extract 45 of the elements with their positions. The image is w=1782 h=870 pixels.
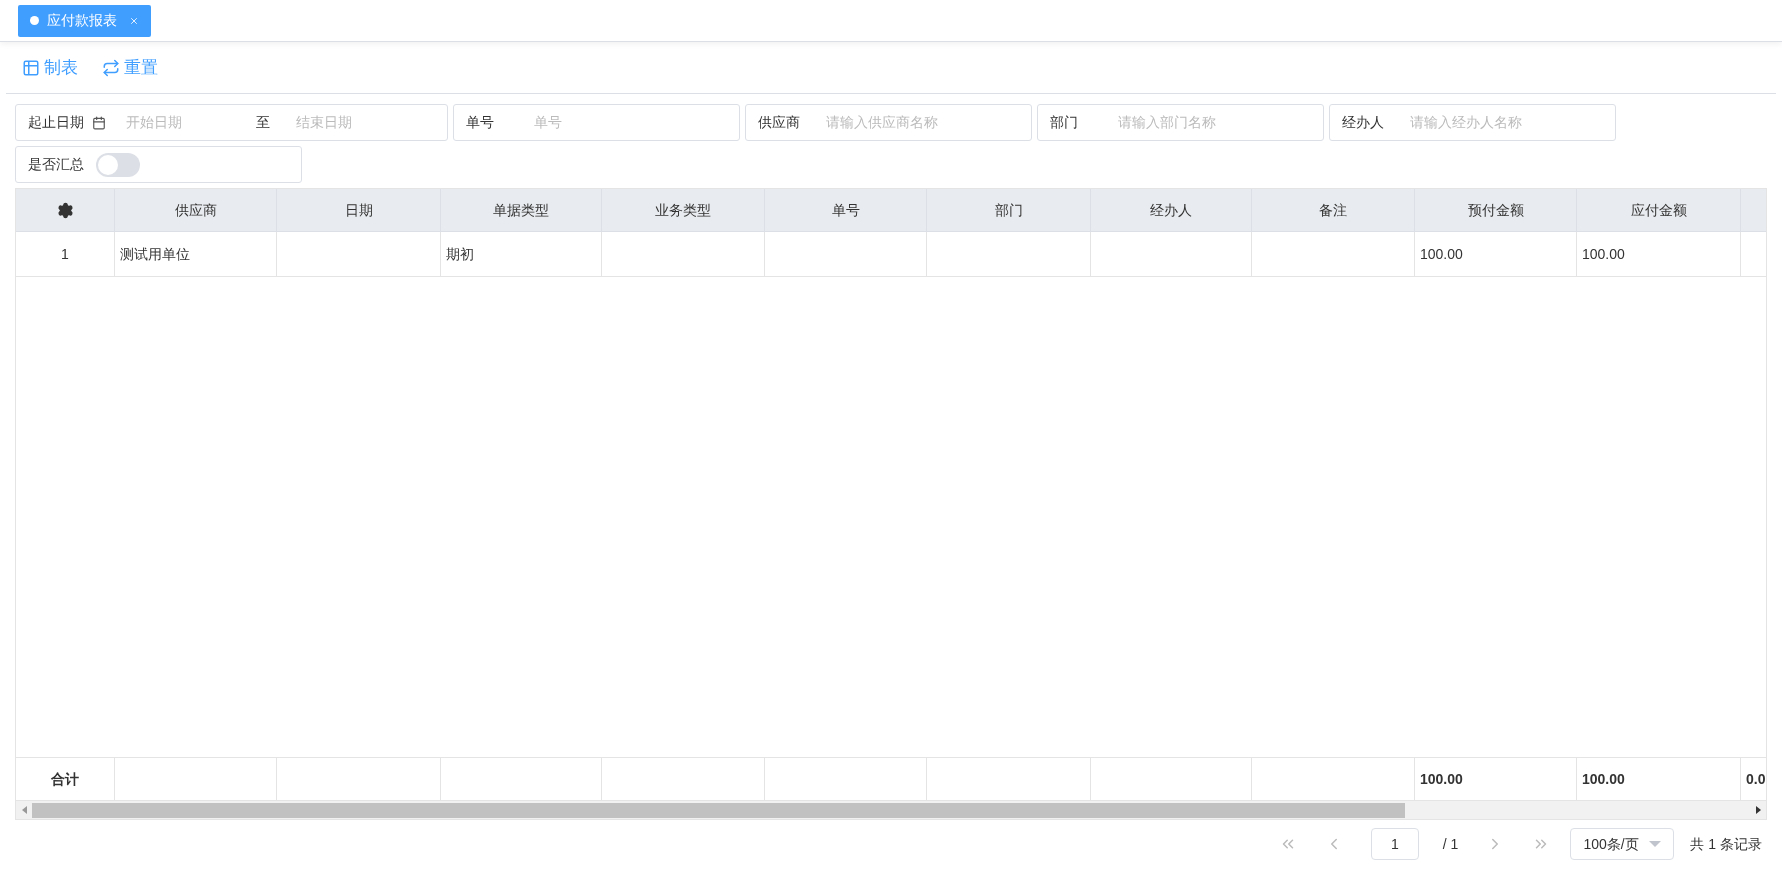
field-label: 是否汇总	[28, 155, 84, 174]
table-cell: 100.00	[1577, 232, 1741, 276]
caret-icon	[1649, 841, 1662, 847]
field-label: 部门	[1050, 113, 1079, 132]
field-placeholder: 请输入经办人名称	[1410, 113, 1522, 132]
text-field[interactable]: 部门 请输入部门名称	[1037, 104, 1324, 141]
table-header-cell: 单据类型	[441, 189, 602, 231]
table-header-cell: 预付金额	[1415, 189, 1577, 231]
close-icon[interactable]	[129, 15, 139, 26]
table-header-cell: 应付金额	[1577, 189, 1741, 231]
field-placeholder: 单号	[534, 113, 562, 132]
end-date-placeholder: 结束日期	[296, 113, 352, 132]
start-date-placeholder: 开始日期	[126, 113, 183, 132]
horizontal-scrollbar[interactable]	[16, 800, 1766, 819]
table-cell: 100.00	[1415, 232, 1577, 276]
calendar-icon	[92, 115, 106, 130]
text-field[interactable]: 供应商 请输入供应商名称	[745, 104, 1032, 141]
field-placeholder: 请输入供应商名称	[826, 113, 938, 132]
table-icon	[22, 58, 40, 77]
field-label: 起止日期	[28, 113, 85, 132]
table-header-cell: 单号	[765, 189, 927, 231]
field-label: 供应商	[758, 113, 801, 132]
row-number-cell: 1	[16, 232, 115, 276]
table-header-cell: 业务类型	[602, 189, 765, 231]
page-size-select[interactable]: 100条/页	[1570, 828, 1675, 860]
field-placeholder: 请输入部门名称	[1118, 113, 1216, 132]
page-count: / 1	[1442, 834, 1459, 854]
table-header-cell: 部门	[927, 189, 1091, 231]
field-label: 单号	[466, 113, 495, 132]
page-input[interactable]: 1	[1370, 828, 1419, 860]
table-header-cell: 经办人	[1091, 189, 1252, 231]
text-field[interactable]: 单号 单号	[453, 104, 740, 141]
table-cell: 期初	[441, 232, 602, 276]
repeat-icon	[102, 58, 120, 77]
settings-icon[interactable]	[56, 201, 74, 219]
date-range-field[interactable]: 起止日期 开始日期 至 结束日期	[15, 104, 448, 141]
table-header-cell: 供应商	[115, 189, 277, 231]
table-cell: 测试用单位	[115, 232, 277, 276]
range-separator: 至	[256, 113, 271, 132]
text-field[interactable]: 经办人 请输入经办人名称	[1329, 104, 1616, 141]
table-header-cell: 日期	[277, 189, 441, 231]
field-label: 经办人	[1342, 113, 1385, 132]
toggle-switch[interactable]	[96, 152, 140, 177]
record-summary: 共 1 条记录	[1690, 834, 1762, 854]
table-header-cell: 备注	[1252, 189, 1415, 231]
